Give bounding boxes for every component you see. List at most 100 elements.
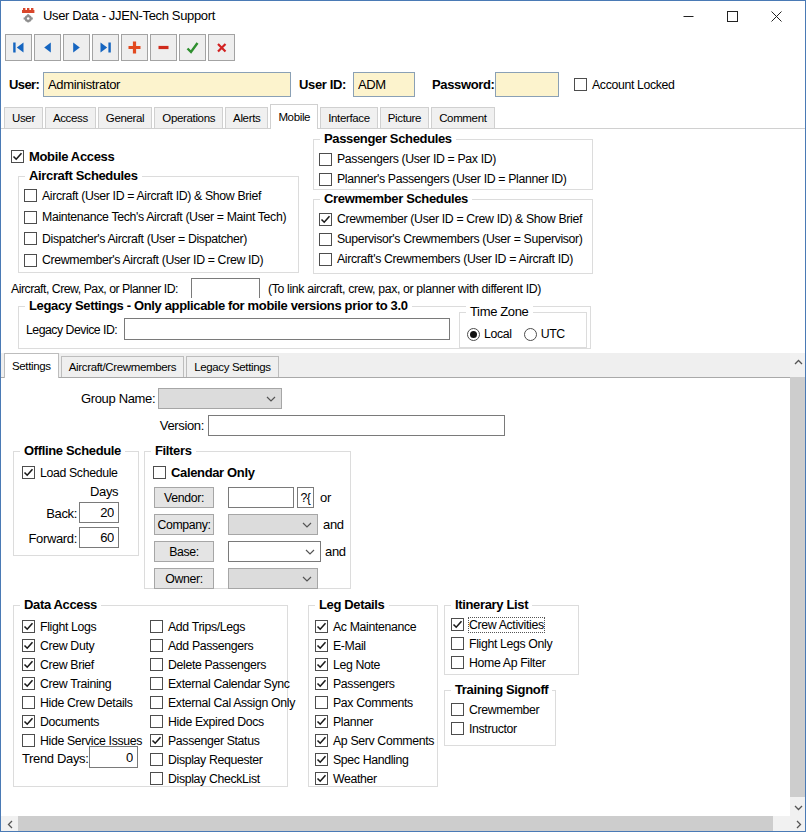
itinerary-checkbox[interactable]: Flight Legs Only xyxy=(451,634,552,653)
calendar-only-checkbox[interactable]: Calendar Only xyxy=(153,463,255,482)
data-access-checkbox[interactable]: Crew Duty xyxy=(22,636,142,655)
passenger-schedule-checkbox[interactable]: Planner's Passengers (User ID = Planner … xyxy=(319,169,589,189)
checkbox-box[interactable] xyxy=(24,254,37,267)
scroll-right-button[interactable] xyxy=(790,816,806,832)
data-access-checkbox[interactable]: Display CheckList xyxy=(150,769,295,788)
last-record-button[interactable] xyxy=(92,34,119,61)
tab-general[interactable]: General xyxy=(98,107,152,128)
vendor-lookup-button[interactable]: ?{ xyxy=(297,487,314,508)
checkbox-box[interactable] xyxy=(150,753,163,766)
owner-button[interactable]: Owner: xyxy=(154,568,214,589)
checkbox-box[interactable] xyxy=(150,658,163,671)
first-record-button[interactable] xyxy=(5,34,32,61)
checkbox-box[interactable] xyxy=(451,637,464,650)
data-access-checkbox[interactable]: Flight Logs xyxy=(22,617,142,636)
user-id-input[interactable] xyxy=(353,72,415,97)
horizontal-scroll-thumb[interactable] xyxy=(18,816,773,832)
checkbox-box[interactable] xyxy=(24,211,37,224)
checkbox-box[interactable] xyxy=(24,232,37,245)
tab-access[interactable]: Access xyxy=(45,107,96,128)
vendor-input[interactable] xyxy=(228,487,294,508)
checkbox-box[interactable] xyxy=(22,715,35,728)
version-input[interactable] xyxy=(208,415,505,436)
leg-details-checkbox[interactable]: Ap Serv Comments xyxy=(315,731,434,750)
checkbox-box[interactable] xyxy=(451,703,464,716)
itinerary-checkbox[interactable]: Crew Activities xyxy=(451,615,552,634)
checkbox-box[interactable] xyxy=(150,639,163,652)
time-zone-radio[interactable] xyxy=(524,328,537,341)
leg-details-checkbox[interactable]: Weather xyxy=(315,769,434,788)
checkbox-box[interactable] xyxy=(150,734,163,747)
mobile-access-checkbox[interactable]: Mobile Access xyxy=(11,147,114,165)
checkbox-box[interactable] xyxy=(315,734,328,747)
checkbox-box[interactable] xyxy=(22,639,35,652)
checkbox-box[interactable] xyxy=(315,620,328,633)
data-access-checkbox[interactable]: Passenger Status xyxy=(150,731,295,750)
aircraft-schedule-checkbox[interactable]: Crewmember's Aircraft (User ID = Crew ID… xyxy=(24,250,295,272)
vertical-scrollbar[interactable] xyxy=(790,353,806,816)
group-name-dropdown[interactable] xyxy=(158,388,282,409)
scroll-up-button[interactable] xyxy=(790,353,806,370)
tab-settings[interactable]: Settings xyxy=(4,353,59,378)
checkbox-box[interactable] xyxy=(315,772,328,785)
data-access-checkbox[interactable]: Add Trips/Legs xyxy=(150,617,295,636)
back-days-input[interactable] xyxy=(79,502,119,523)
checkbox-box[interactable] xyxy=(22,677,35,690)
training-signoff-checkbox[interactable]: Crewmember xyxy=(451,700,539,719)
checkbox-box[interactable] xyxy=(153,466,166,479)
tab-legacy-settings[interactable]: Legacy Settings xyxy=(186,356,279,377)
data-access-checkbox[interactable]: Hide Expired Docs xyxy=(150,712,295,731)
checkbox-box[interactable] xyxy=(319,213,332,226)
checkbox-box[interactable] xyxy=(315,677,328,690)
add-record-button[interactable] xyxy=(121,34,148,61)
checkbox-box[interactable] xyxy=(319,253,332,266)
data-access-checkbox[interactable]: Display Requester xyxy=(150,750,295,769)
delete-record-button[interactable] xyxy=(150,34,177,61)
checkbox-box[interactable] xyxy=(315,715,328,728)
maximize-button[interactable] xyxy=(710,1,754,31)
checkbox-box[interactable] xyxy=(22,734,35,747)
accept-record-button[interactable] xyxy=(179,34,206,61)
leg-details-checkbox[interactable]: Spec Handling xyxy=(315,750,434,769)
data-access-checkbox[interactable]: Documents xyxy=(22,712,142,731)
close-button[interactable] xyxy=(754,1,798,31)
user-input[interactable] xyxy=(43,72,291,97)
leg-details-checkbox[interactable]: E-Mail xyxy=(315,636,434,655)
checkbox-box[interactable] xyxy=(315,753,328,766)
tab-comment[interactable]: Comment xyxy=(431,107,494,128)
checkbox-box[interactable] xyxy=(319,173,332,186)
tab-interface[interactable]: Interface xyxy=(320,107,378,128)
next-record-button[interactable] xyxy=(63,34,90,61)
checkbox-box[interactable] xyxy=(11,150,24,163)
leg-details-checkbox[interactable]: Pax Comments xyxy=(315,693,434,712)
data-access-checkbox[interactable]: External Calendar Sync xyxy=(150,674,295,693)
load-schedule-checkbox[interactable]: Load Schedule xyxy=(22,463,118,482)
previous-record-button[interactable] xyxy=(34,34,61,61)
cancel-record-button[interactable] xyxy=(208,34,235,61)
checkbox-box[interactable] xyxy=(22,696,35,709)
checkbox-box[interactable] xyxy=(451,722,464,735)
checkbox-box[interactable] xyxy=(315,658,328,671)
legacy-device-id-input[interactable] xyxy=(124,318,450,340)
company-button[interactable]: Company: xyxy=(154,514,214,535)
company-dropdown[interactable] xyxy=(228,514,318,535)
checkbox-box[interactable] xyxy=(24,189,37,202)
minimize-button[interactable] xyxy=(666,1,710,31)
tab-user[interactable]: User xyxy=(4,107,43,128)
vendor-button[interactable]: Vendor: xyxy=(154,487,214,508)
data-access-checkbox[interactable]: Delete Passengers xyxy=(150,655,295,674)
horizontal-scrollbar[interactable] xyxy=(1,816,806,832)
crewmember-schedule-checkbox[interactable]: Supervisor's Crewmembers (User = Supervi… xyxy=(319,229,589,249)
data-access-checkbox[interactable]: Crew Training xyxy=(22,674,142,693)
itinerary-checkbox[interactable]: Home Ap Filter xyxy=(451,653,552,672)
checkbox-box[interactable] xyxy=(22,658,35,671)
passenger-schedule-checkbox[interactable]: Passengers (User ID = Pax ID) xyxy=(319,149,589,169)
base-button[interactable]: Base: xyxy=(154,541,214,562)
data-access-checkbox[interactable]: External Cal Assign Only xyxy=(150,693,295,712)
tab-mobile[interactable]: Mobile xyxy=(270,104,318,129)
tab-aircraft-crewmembers[interactable]: Aircraft/Crewmembers xyxy=(61,356,184,377)
checkbox-box[interactable] xyxy=(150,620,163,633)
checkbox-box[interactable] xyxy=(22,620,35,633)
account-locked-checkbox[interactable]: Account Locked xyxy=(574,72,675,97)
leg-details-checkbox[interactable]: Passengers xyxy=(315,674,434,693)
